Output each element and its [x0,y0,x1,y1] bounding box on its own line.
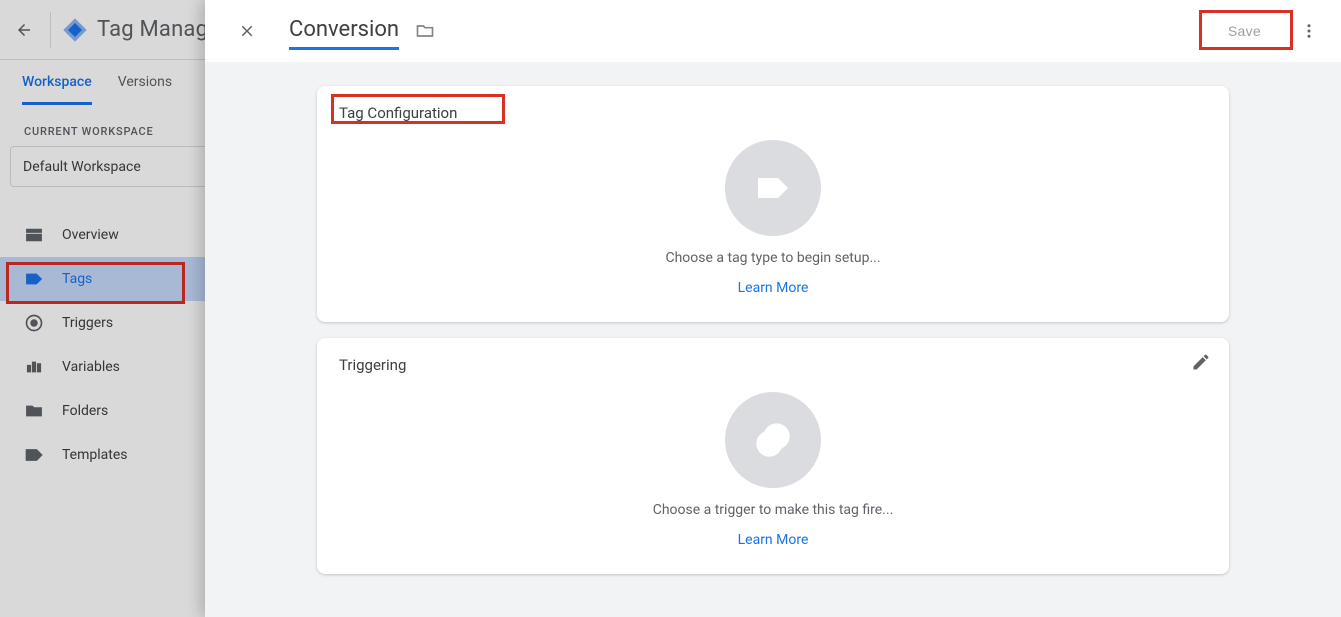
triggering-card[interactable]: Triggering Choose a trigger to make this… [317,338,1229,574]
tag-name-input[interactable]: Conversion [289,13,399,50]
sidebar-label-folders: Folders [62,403,108,419]
overview-icon [24,225,44,245]
workspace-name: Default Workspace [23,159,141,175]
gtm-logo-icon [61,16,89,44]
tab-versions[interactable]: Versions [118,74,172,105]
sidebar-label-variables: Variables [62,359,120,375]
tag-configuration-card[interactable]: Tag Configuration Choose a tag type to b… [317,86,1229,322]
sidebar-label-triggers: Triggers [62,315,113,331]
trigger-placeholder-icon [725,392,821,488]
folder-icon [24,401,44,421]
card-title-tagconfig: Tag Configuration [339,104,1207,122]
triggering-learn-more[interactable]: Learn More [738,532,809,548]
tagconfig-hint: Choose a tag type to begin setup... [665,250,880,266]
card-empty-state: Choose a tag type to begin setup... Lear… [339,140,1207,296]
variables-icon [24,357,44,377]
trigger-icon [24,313,44,333]
sidebar-label-tags: Tags [62,271,92,287]
modal-header: Conversion Save [205,0,1341,62]
more-menu-icon[interactable] [1297,19,1321,43]
edit-pencil-icon[interactable] [1191,352,1211,372]
tag-type-placeholder-icon [725,140,821,236]
sidebar-label-templates: Templates [62,447,128,463]
save-button[interactable]: Save [1204,14,1285,48]
divider [50,12,51,48]
modal-body: Tag Configuration Choose a tag type to b… [205,62,1341,617]
close-icon[interactable] [235,19,259,43]
triggering-hint: Choose a trigger to make this tag fire..… [653,502,894,518]
tab-workspace[interactable]: Workspace [22,74,92,105]
tag-editor-panel: Conversion Save Tag Configuration Choose… [205,0,1341,617]
app-title: Tag Manage [97,17,220,42]
sidebar-label-overview: Overview [62,227,119,243]
card-title-triggering: Triggering [339,356,1207,374]
tagconfig-learn-more[interactable]: Learn More [738,280,809,296]
triggering-empty-state: Choose a trigger to make this tag fire..… [339,392,1207,548]
tag-icon [24,269,44,289]
back-arrow-icon[interactable] [12,18,36,42]
folder-button-icon[interactable] [413,19,437,43]
templates-icon [24,445,44,465]
